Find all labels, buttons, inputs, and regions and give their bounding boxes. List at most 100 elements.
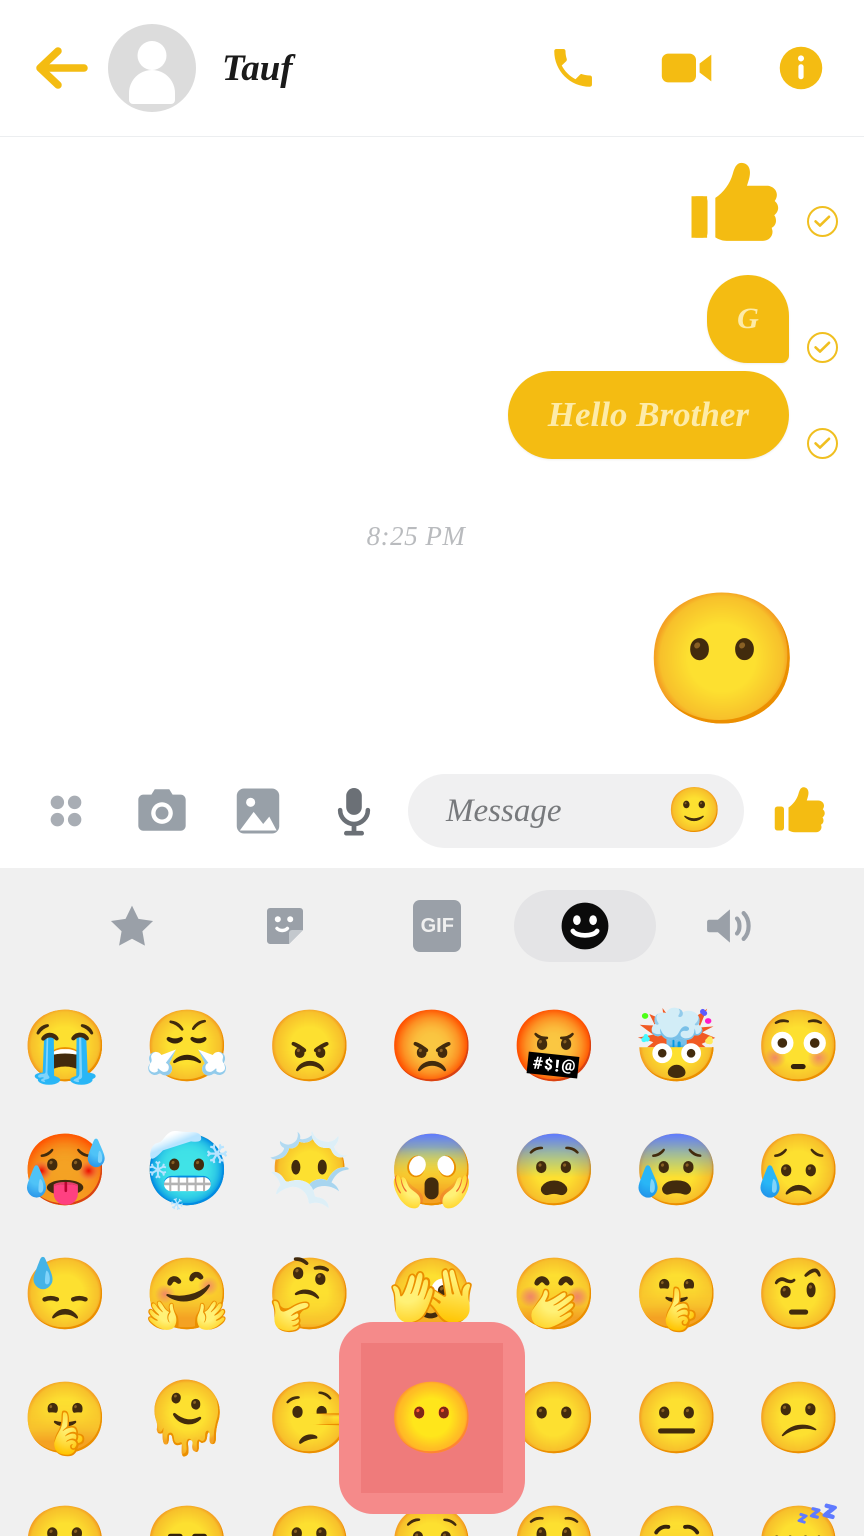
emoji-glyph: 😑 [144, 1507, 231, 1536]
emoji-glyph: 😥 [755, 1131, 843, 1209]
emoji-cell[interactable]: 🤗 [126, 1232, 248, 1356]
message-row-g: G [26, 275, 838, 363]
emoji-glyph: 😱 [388, 1131, 476, 1209]
tab-sounds[interactable] [656, 890, 809, 962]
emoji-cell[interactable]: 😰 [615, 1108, 737, 1232]
emoji-cell[interactable]: 😤 [126, 984, 248, 1108]
microphone-icon[interactable] [322, 779, 386, 843]
page-title[interactable]: Tauf [222, 47, 293, 90]
emoji-cell[interactable]: 🤫 [615, 1232, 737, 1356]
emoji-glyph: 🥱 [633, 1507, 720, 1536]
emoji-glyph: 😮 [266, 1507, 353, 1536]
emoji-glyph: 😨 [510, 1131, 598, 1209]
emoji-glyph: 🤗 [143, 1255, 231, 1333]
avatar-body [129, 70, 175, 104]
emoji-glyph: 😓 [21, 1255, 109, 1333]
emoji-cell[interactable]: 🥱 [615, 1480, 737, 1536]
message-list[interactable]: G Hello Brother 8:25 PM 😶 [0, 137, 864, 754]
emoji-cell[interactable]: 😡 [371, 984, 493, 1108]
status-delivered-icon [807, 428, 838, 459]
emoji-glyph: 😰 [632, 1131, 721, 1209]
emoji-cell[interactable]: 😨 [493, 1108, 615, 1232]
emoji-cell[interactable]: 🤨 [738, 1232, 860, 1356]
tab-gif[interactable]: GIF [361, 890, 514, 962]
emoji-glyph: 🤭 [510, 1255, 598, 1333]
message-bubble[interactable]: G [707, 275, 789, 363]
emoji-cell[interactable]: 🤬 [493, 984, 615, 1108]
status-delivered-icon [807, 206, 838, 237]
emoji-glyph: 🤯 [632, 1007, 721, 1085]
emoji-cell[interactable]: 🤯 [615, 984, 737, 1108]
emoji-cell[interactable]: 😶‍🌫️ [249, 1108, 371, 1232]
emoji-cell[interactable]: 😐 [615, 1356, 737, 1480]
emoji-glyph: 😡 [388, 1007, 476, 1085]
avatar[interactable] [108, 24, 196, 112]
emoji-glyph: 🫣 [388, 1255, 476, 1333]
thumbs-up-sticker[interactable] [685, 152, 789, 261]
emoji-cell[interactable]: 😕 [738, 1356, 860, 1480]
camera-icon[interactable] [130, 779, 194, 843]
emoji-cell[interactable]: 😥 [738, 1108, 860, 1232]
emoji-cell[interactable]: 😠 [249, 984, 371, 1108]
message-emoji[interactable]: 😶 [26, 596, 838, 724]
emoji-cell[interactable]: 🤫 [4, 1356, 126, 1480]
tab-emoji[interactable] [513, 890, 656, 962]
emoji-cell[interactable]: 😴 [738, 1480, 860, 1536]
message-row-sticker [26, 151, 838, 255]
emoji-glyph: 😶‍🌫️ [266, 1131, 354, 1209]
message-input-placeholder: Message [446, 792, 562, 829]
message-input-field[interactable]: Message 🙂 [408, 774, 744, 848]
message-row-hello: Hello Brother [26, 371, 838, 459]
emoji-glyph: 🫠 [143, 1379, 231, 1457]
emoji-glyph: 🤔 [266, 1255, 354, 1333]
emoji-glyph: 😶 [388, 1379, 476, 1457]
emoji-glyph: 😳 [755, 1007, 843, 1085]
gif-icon: GIF [413, 900, 469, 952]
emoji-glyph: 😲 [511, 1507, 598, 1536]
tab-favorites[interactable] [56, 890, 209, 962]
emoji-keyboard: GIF 😭 😤 😠 😡 🤬 🤯 😳 🥵 🥶 😶‍🌫️ 😱 😨 😰 😥 😓 🤗 🤔 [0, 868, 864, 1536]
send-thumbs-up-button[interactable] [766, 781, 836, 841]
emoji-glyph: 😤 [143, 1007, 231, 1085]
video-camera-icon[interactable] [658, 39, 716, 97]
emoji-cell[interactable]: 😬 [4, 1480, 126, 1536]
message-bubble[interactable]: Hello Brother [507, 371, 789, 459]
emoji-cell[interactable]: 😑 [126, 1480, 248, 1536]
emoji-cell[interactable]: 😱 [371, 1108, 493, 1232]
tab-stickers[interactable] [209, 890, 362, 962]
emoji-cell[interactable]: 😳 [738, 984, 860, 1108]
emoji-cell[interactable]: 😶 [371, 1356, 493, 1480]
emoji-glyph: 🤨 [755, 1255, 843, 1333]
emoji-glyph: 🤬 [510, 1007, 598, 1085]
back-arrow-icon[interactable] [30, 36, 94, 100]
emoji-cell[interactable]: 😓 [4, 1232, 126, 1356]
emoji-glyph: 🥶 [143, 1131, 231, 1209]
four-dot-grid-icon[interactable] [34, 779, 98, 843]
message-timestamp: 8:25 PM [366, 521, 466, 551]
emoji-glyph: 😠 [266, 1007, 354, 1085]
status-delivered-icon [807, 332, 838, 363]
emoji-glyph: 😐 [632, 1379, 721, 1457]
emoji-glyph: 😕 [755, 1379, 843, 1457]
chat-header: Tauf [0, 0, 864, 137]
message-input-bar: Message 🙂 [0, 754, 864, 868]
emoji-cell[interactable]: 🫠 [126, 1356, 248, 1480]
emoji-cell[interactable]: 😭 [4, 984, 126, 1108]
emoji-glyph: 🤫 [21, 1379, 109, 1457]
image-icon[interactable] [226, 779, 290, 843]
emoji-cell[interactable]: 🥵 [4, 1108, 126, 1232]
emoji-glyph: 😬 [22, 1507, 109, 1536]
keyboard-tab-bar: GIF [0, 868, 864, 984]
emoji-cell[interactable]: 🥶 [126, 1108, 248, 1232]
messenger-chat-screen: Tauf G Hello Brother 8:25 PM 😶 Message 🙂… [0, 0, 864, 1536]
info-icon[interactable] [772, 39, 830, 97]
emoji-glyph: 😭 [21, 1007, 109, 1085]
phone-icon[interactable] [544, 39, 602, 97]
header-actions [544, 39, 830, 97]
emoji-picker-button[interactable]: 🙂 [667, 789, 722, 833]
emoji-glyph: 🤫 [632, 1255, 721, 1333]
emoji-glyph: 🥵 [21, 1131, 109, 1209]
emoji-grid[interactable]: 😭😤😠😡🤬🤯😳🥵🥶😶‍🌫️😱😨😰😥😓🤗🤔🫣🤭🤫🤨🤫🫠🤥😶😶😐😕😬😑😮😯😲🥱😴 [0, 984, 864, 1536]
avatar-head [137, 41, 167, 70]
emoji-glyph: 😴 [755, 1507, 842, 1536]
